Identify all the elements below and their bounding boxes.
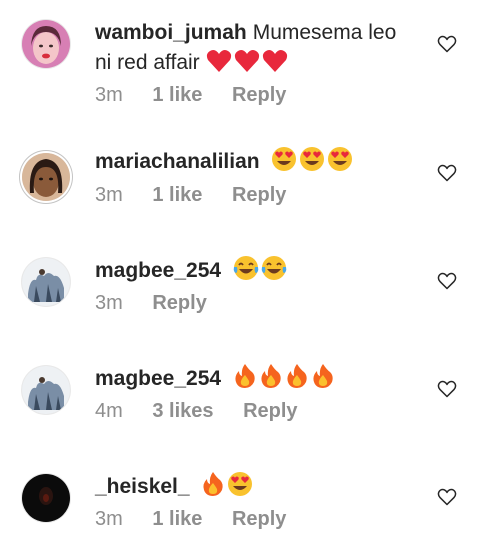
- comment-time: 3m: [95, 292, 123, 314]
- likes-count[interactable]: 3 likes: [152, 400, 213, 423]
- comment-body: magbee_254: [95, 255, 415, 290]
- comment-body: wamboi_jumah Mumesema leo ni red affair: [95, 18, 415, 82]
- tears-of-joy-emoji: [261, 255, 287, 290]
- avatar[interactable]: [22, 366, 70, 414]
- avatar[interactable]: [22, 153, 70, 201]
- fire-emoji: [311, 363, 335, 398]
- heart-eyes-emoji: [227, 471, 253, 506]
- red-heart-emoji: [262, 49, 288, 82]
- red-heart-emoji: [206, 49, 232, 82]
- tears-of-joy-emoji: [233, 255, 259, 290]
- avatar[interactable]: [22, 474, 70, 522]
- username[interactable]: mariachanalilian: [95, 150, 260, 173]
- comment-body: magbee_254: [95, 363, 415, 398]
- username[interactable]: _heiskel_: [95, 475, 190, 498]
- reply-button[interactable]: Reply: [152, 292, 206, 315]
- comment-time: 4m: [95, 400, 123, 422]
- comment-meta: 4m 3 likes Reply: [95, 400, 322, 423]
- heart-eyes-emoji: [299, 146, 325, 181]
- fire-emoji: [233, 363, 257, 398]
- fire-emoji: [285, 363, 309, 398]
- reply-button[interactable]: Reply: [232, 84, 286, 107]
- comment-time: 3m: [95, 184, 123, 206]
- avatar[interactable]: [22, 258, 70, 306]
- reply-button[interactable]: Reply: [232, 508, 286, 531]
- heart-outline-icon[interactable]: [437, 379, 457, 399]
- avatar[interactable]: [22, 20, 70, 68]
- username[interactable]: wamboi_jumah: [95, 21, 247, 44]
- reply-button[interactable]: Reply: [232, 184, 286, 207]
- comment-meta: 3m Reply: [95, 292, 231, 315]
- username[interactable]: magbee_254: [95, 367, 221, 390]
- comment-time: 3m: [95, 508, 123, 530]
- comment-body: _heiskel_: [95, 471, 415, 506]
- username[interactable]: magbee_254: [95, 259, 221, 282]
- likes-count[interactable]: 1 like: [152, 508, 202, 531]
- comment-time: 3m: [95, 84, 123, 106]
- reply-button[interactable]: Reply: [243, 400, 297, 423]
- heart-outline-icon[interactable]: [437, 271, 457, 291]
- fire-emoji: [201, 471, 225, 506]
- comment-meta: 3m 1 like Reply: [95, 84, 310, 107]
- heart-outline-icon[interactable]: [437, 487, 457, 507]
- fire-emoji: [259, 363, 283, 398]
- heart-eyes-emoji: [271, 146, 297, 181]
- comment-meta: 3m 1 like Reply: [95, 508, 310, 531]
- heart-outline-icon[interactable]: [437, 34, 457, 54]
- red-heart-emoji: [234, 49, 260, 82]
- likes-count[interactable]: 1 like: [152, 184, 202, 207]
- heart-outline-icon[interactable]: [437, 163, 457, 183]
- comment-meta: 3m 1 like Reply: [95, 184, 310, 207]
- likes-count[interactable]: 1 like: [152, 84, 202, 107]
- comment-body: mariachanalilian: [95, 146, 415, 181]
- heart-eyes-emoji: [327, 146, 353, 181]
